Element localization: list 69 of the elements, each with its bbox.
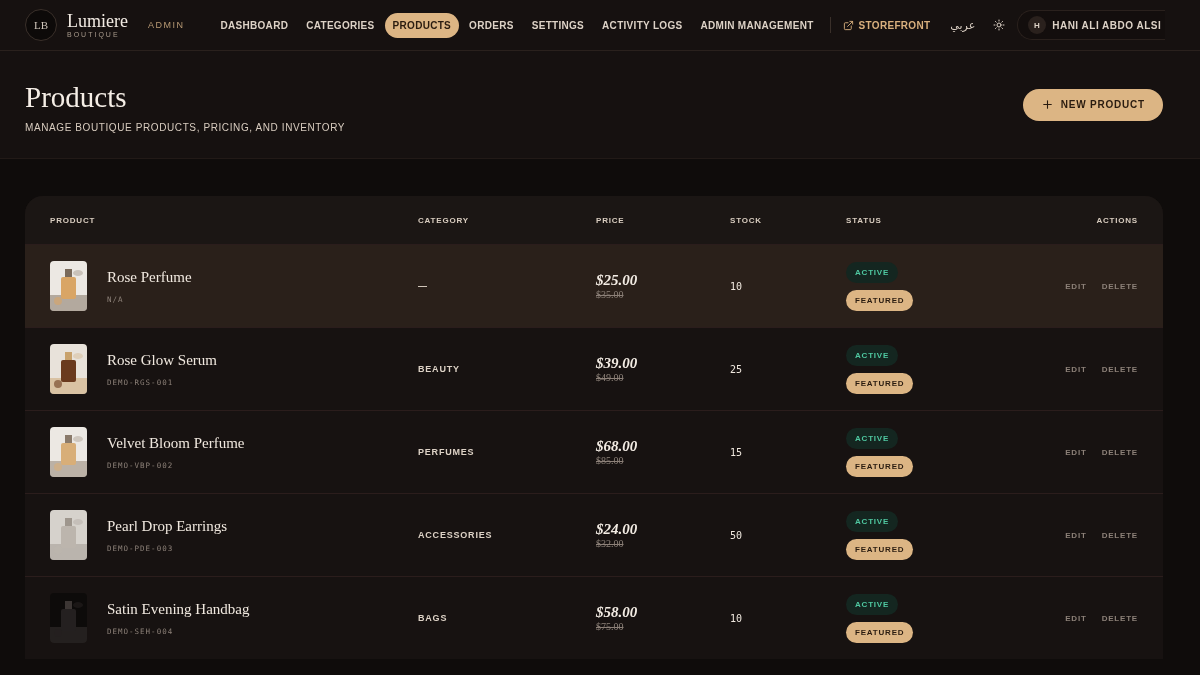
category-cell-text: ACCESSORIES: [418, 530, 494, 540]
nav-tab[interactable]: PRODUCTS: [384, 12, 460, 38]
column-header: STOCK: [730, 215, 762, 225]
nav-tab[interactable]: ACTIVITY LOGS: [594, 12, 691, 38]
product-name: Rose Glow Serum: [107, 351, 217, 369]
nav-tab[interactable]: CATEGORIES: [298, 12, 383, 38]
product-name: Rose Perfume: [107, 268, 192, 286]
edit-link[interactable]: EDIT: [1065, 530, 1087, 540]
featured-badge: FEATURED: [846, 289, 914, 311]
column-header: ACTIONS: [1096, 215, 1138, 225]
old-price: $35.00: [596, 289, 625, 300]
edit-link[interactable]: EDIT: [1065, 447, 1087, 457]
stock-cell-text: 10: [730, 280, 744, 292]
status-badge: ACTIVE: [846, 344, 899, 366]
delete-link[interactable]: DELETE: [1101, 447, 1138, 457]
plus-icon: [1040, 98, 1054, 111]
user-menu[interactable]: H HANI ALI ABDO ALSI: [1017, 10, 1166, 40]
stock-cell-text: 15: [730, 446, 744, 458]
edit-link[interactable]: EDIT: [1065, 364, 1087, 374]
column-header: PRODUCT: [50, 215, 96, 225]
column-header: STATUS: [846, 215, 882, 225]
delete-link[interactable]: DELETE: [1101, 281, 1138, 291]
price: $24.00: [596, 521, 639, 538]
nav-tab[interactable]: SETTINGS: [523, 12, 593, 38]
status-badge: ACTIVE: [846, 261, 899, 283]
delete-link[interactable]: DELETE: [1101, 530, 1138, 540]
price: $58.00: [596, 604, 639, 621]
page-title: Products: [25, 80, 128, 114]
category-cell-text: BEAUTY: [418, 364, 461, 374]
old-price: $49.00: [596, 372, 625, 383]
column-header: CATEGORY: [418, 215, 469, 225]
category-cell-text: BAGS: [418, 613, 449, 623]
old-price: $32.00: [596, 538, 625, 549]
external-link-icon: [842, 19, 854, 31]
price: $39.00: [596, 355, 639, 372]
status-badge: ACTIVE: [846, 427, 899, 449]
page-subtitle: MANAGE BOUTIQUE PRODUCTS, PRICING, AND INVENTORY: [25, 121, 346, 133]
price: $68.00: [596, 438, 639, 455]
nav-tab[interactable]: ORDERS: [461, 12, 522, 38]
logo-monogram: LB: [25, 9, 57, 41]
new-product-button[interactable]: NEW PRODUCT: [1022, 88, 1163, 121]
featured-badge: FEATURED: [846, 538, 914, 560]
product-name: Satin Evening Handbag: [107, 600, 250, 618]
product-name: Velvet Bloom Perfume: [107, 434, 245, 452]
featured-badge: FEATURED: [846, 372, 914, 394]
category-cell-text: —: [418, 281, 429, 291]
nav-tab[interactable]: DASHBOARD: [212, 12, 297, 38]
storefront-link[interactable]: STOREFRONT: [838, 13, 935, 37]
price: $25.00: [596, 272, 639, 289]
product-name: Pearl Drop Earrings: [107, 517, 227, 535]
column-header: PRICE: [596, 215, 625, 225]
category-cell-text: PERFUMES: [418, 447, 476, 457]
old-price: $75.00: [596, 621, 625, 632]
brand-name: Lumiere: [67, 12, 128, 30]
old-price: $85.00: [596, 455, 625, 466]
featured-badge: FEATURED: [846, 455, 914, 477]
language-link[interactable]: عربي: [946, 14, 980, 36]
role-label: ADMIN: [148, 20, 185, 30]
nav-tab[interactable]: ADMIN MANAGEMENT: [692, 12, 822, 38]
edit-link[interactable]: EDIT: [1065, 281, 1087, 291]
edit-link[interactable]: EDIT: [1065, 613, 1087, 623]
status-badge: ACTIVE: [846, 593, 899, 615]
delete-link[interactable]: DELETE: [1101, 613, 1138, 623]
status-badge: ACTIVE: [846, 510, 899, 532]
stock-cell-text: 50: [730, 529, 744, 541]
stock-cell-text: 10: [730, 612, 744, 624]
featured-badge: FEATURED: [846, 621, 914, 643]
delete-link[interactable]: DELETE: [1101, 364, 1138, 374]
stock-cell-text: 25: [730, 363, 744, 375]
